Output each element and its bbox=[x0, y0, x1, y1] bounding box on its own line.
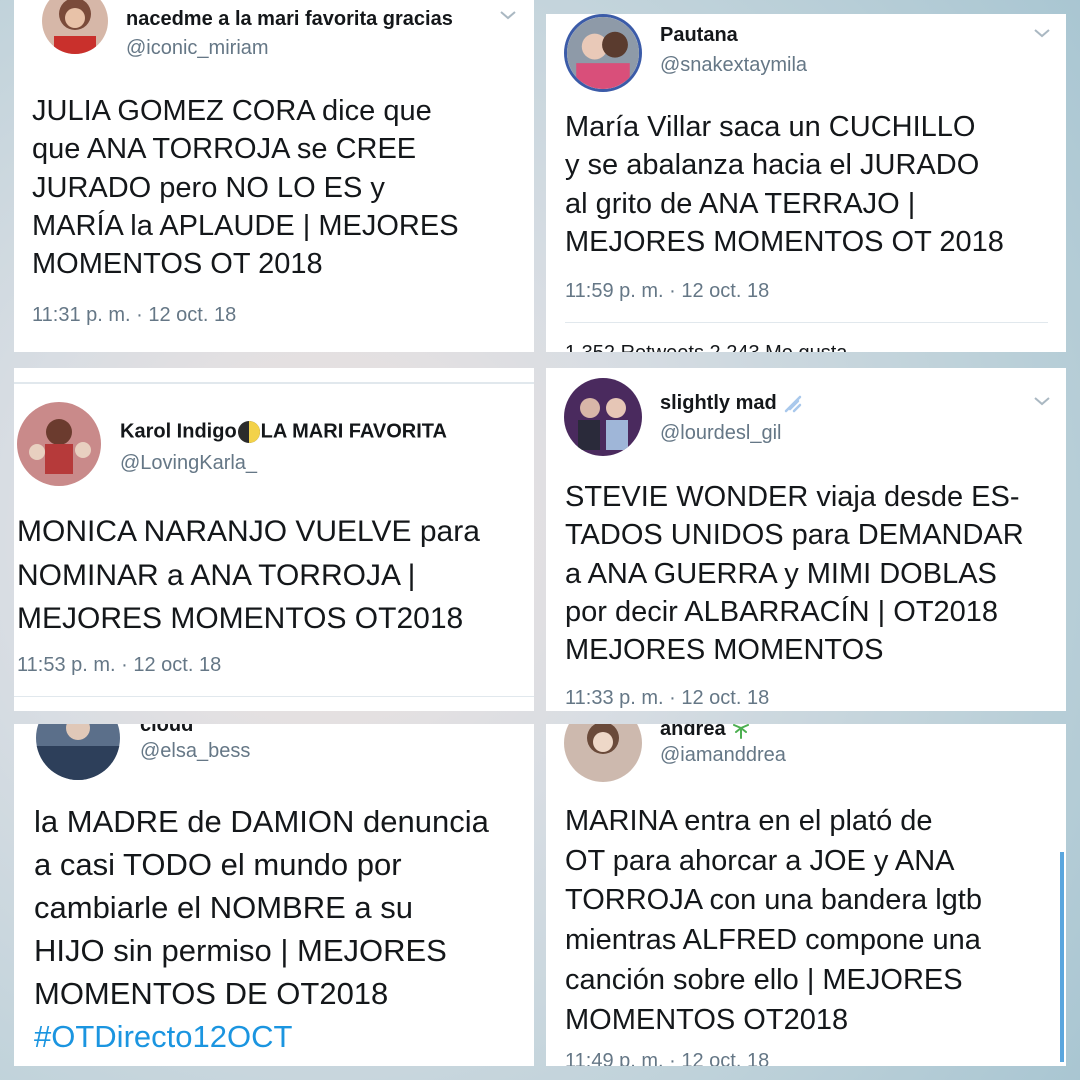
chevron-down-icon[interactable] bbox=[1032, 26, 1052, 40]
tweet-text-line: STEVIE WONDER viaja desde ES- bbox=[565, 481, 1020, 513]
tweet-stats-cut: 1.352 Retweets 2.243 Me gusta bbox=[565, 342, 847, 352]
tweet-card-2[interactable]: Pautana @snakextaymila María Villar saca… bbox=[546, 14, 1066, 352]
tweet-card-3[interactable]: Karol Indigo LA MARI FAVORITA @LovingKarl… bbox=[14, 368, 534, 711]
tweet-text-line: MEJORES MOMENTOS OT 2018 bbox=[565, 225, 1004, 258]
tweet-text-line: que ANA TORROJA se CREE bbox=[32, 133, 417, 166]
tweet-text-line: canción sobre ello | MEJORES bbox=[565, 963, 963, 996]
sparkle-emoji-icon bbox=[785, 395, 802, 412]
divider bbox=[565, 322, 1048, 323]
tweet-text: STEVIE WONDER viaja desde ES- TADOS UNID… bbox=[565, 478, 1024, 669]
tweet-author-name[interactable]: Karol Indigo LA MARI FAVORITA bbox=[120, 420, 447, 444]
tweet-text-line: María Villar saca un CUCHILLO bbox=[565, 111, 976, 143]
tweet-text-line: MOMENTOS OT 2018 bbox=[32, 248, 323, 281]
tweet-text-line: TORROJA con una bandera lgtb bbox=[565, 884, 982, 917]
avatar[interactable] bbox=[564, 378, 642, 456]
tweet-text-line: MARINA entra en el plató de bbox=[565, 805, 933, 837]
chevron-down-icon[interactable] bbox=[498, 8, 518, 22]
tweet-card-5[interactable]: cloud @elsa_bess la MADRE de DAMION denu… bbox=[14, 724, 534, 1066]
chevron-down-icon[interactable] bbox=[1032, 394, 1052, 408]
tweet-card-6[interactable]: andrea @iamanddrea MARINA entra en el pl… bbox=[546, 724, 1066, 1066]
tweet-author-handle[interactable]: @snakextaymila bbox=[660, 54, 807, 77]
tweet-text-line: cambiarle el NOMBRE a su bbox=[34, 890, 414, 926]
tweet-text-line: a ANA GUERRA y MIMI DOBLAS bbox=[565, 557, 997, 590]
tweet-author-handle[interactable]: @LovingKarla_ bbox=[120, 452, 257, 475]
tweet-author-name-suffix: LA MARI FAVORITA bbox=[260, 420, 447, 443]
tweet-text-line: TADOS UNIDOS para DEMANDAR bbox=[565, 519, 1024, 552]
tweet-author-handle[interactable]: @iamanddrea bbox=[660, 744, 786, 767]
tweet-text-line: a casi TODO el mundo por bbox=[34, 847, 402, 883]
moon-emoji-icon bbox=[237, 421, 260, 443]
tweet-text-line: MOMENTOS OT2018 bbox=[565, 1003, 849, 1036]
tweet-author-name[interactable]: cloud bbox=[140, 724, 193, 737]
hashtag-link[interactable]: #OTDirecto12OCT bbox=[34, 1015, 489, 1058]
tweet-text: MARINA entra en el plató de OT para ahor… bbox=[565, 802, 982, 1040]
tweet-author-name[interactable]: nacedme a la mari favorita gracias bbox=[126, 8, 453, 31]
tweet-text-line: al grito de ANA TERRAJO | bbox=[565, 187, 916, 220]
palm-emoji-icon bbox=[733, 724, 750, 739]
tweet-author-name[interactable]: slightly mad bbox=[660, 392, 804, 415]
tweet-text-line: JULIA GOMEZ CORA dice que bbox=[32, 95, 432, 127]
tweet-text-line: HIJO sin permiso | MEJORES bbox=[34, 933, 447, 969]
tweet-card-4[interactable]: slightly mad @lourdesl_gil STEVIE WONDER… bbox=[546, 368, 1066, 711]
avatar[interactable] bbox=[564, 14, 642, 92]
tweet-text-line: MARÍA la APLAUDE | MEJORES bbox=[32, 209, 459, 242]
avatar[interactable] bbox=[564, 724, 642, 782]
tweet-author-name-text: andrea bbox=[660, 724, 726, 740]
tweet-text: María Villar saca un CUCHILLO y se abala… bbox=[565, 108, 1004, 261]
tweet-text-line: MEJORES MOMENTOS OT2018 bbox=[17, 602, 464, 635]
tweet-text-line: OT para ahorcar a JOE y ANA bbox=[565, 844, 955, 877]
avatar[interactable] bbox=[36, 724, 120, 780]
tweet-text-line: por decir ALBARRACÍN | OT2018 bbox=[565, 595, 999, 628]
tweet-timestamp[interactable]: 11:31 p. m. · 12 oct. 18 bbox=[32, 304, 236, 327]
tweet-text: la MADRE de DAMION denuncia a casi TODO … bbox=[34, 800, 489, 1058]
tweet-text-line: JURADO pero NO LO ES y bbox=[32, 171, 385, 204]
tweet-text-line: MEJORES MOMENTOS bbox=[565, 634, 884, 667]
tweet-timestamp[interactable]: 11:59 p. m. · 12 oct. 18 bbox=[565, 280, 769, 303]
tweet-text-line: MONICA NARANJO VUELVE para bbox=[17, 515, 480, 548]
divider bbox=[14, 696, 534, 697]
tweet-text: MONICA NARANJO VUELVE para NOMINAR a ANA… bbox=[17, 510, 480, 641]
tweet-text-line: NOMINAR a ANA TORROJA | bbox=[17, 558, 416, 592]
tweet-author-name[interactable]: Pautana bbox=[660, 24, 738, 47]
tweet-author-name-text: slightly mad bbox=[660, 392, 777, 414]
tweet-text-line: mientras ALFRED compone una bbox=[565, 924, 981, 957]
tweet-text: JULIA GOMEZ CORA dice que que ANA TORROJ… bbox=[32, 92, 459, 283]
tweet-card-1[interactable]: nacedme a la mari favorita gracias @icon… bbox=[14, 0, 534, 352]
tweet-timestamp[interactable]: 11:53 p. m. · 12 oct. 18 bbox=[17, 654, 221, 677]
tweet-timestamp[interactable]: 11:33 p. m. · 12 oct. 18 bbox=[565, 687, 769, 710]
tweet-author-handle[interactable]: @iconic_miriam bbox=[126, 37, 269, 60]
avatar[interactable] bbox=[17, 402, 101, 486]
tweet-author-name[interactable]: andrea bbox=[660, 724, 751, 741]
tweet-text-line: la MADRE de DAMION denuncia bbox=[34, 804, 489, 839]
tweet-text-line: y se abalanza hacia el JURADO bbox=[565, 149, 980, 182]
tweet-timestamp[interactable]: 11:49 p. m. · 12 oct. 18 bbox=[565, 1050, 769, 1066]
tweet-author-handle[interactable]: @elsa_bess bbox=[140, 740, 250, 763]
tweet-author-handle[interactable]: @lourdesl_gil bbox=[660, 422, 781, 445]
tweet-author-name-text: Karol Indigo bbox=[120, 420, 237, 443]
tweet-text-line: MOMENTOS DE OT2018 bbox=[34, 976, 389, 1012]
scroll-indicator bbox=[1060, 852, 1064, 1062]
divider bbox=[14, 382, 534, 384]
avatar[interactable] bbox=[42, 0, 108, 54]
